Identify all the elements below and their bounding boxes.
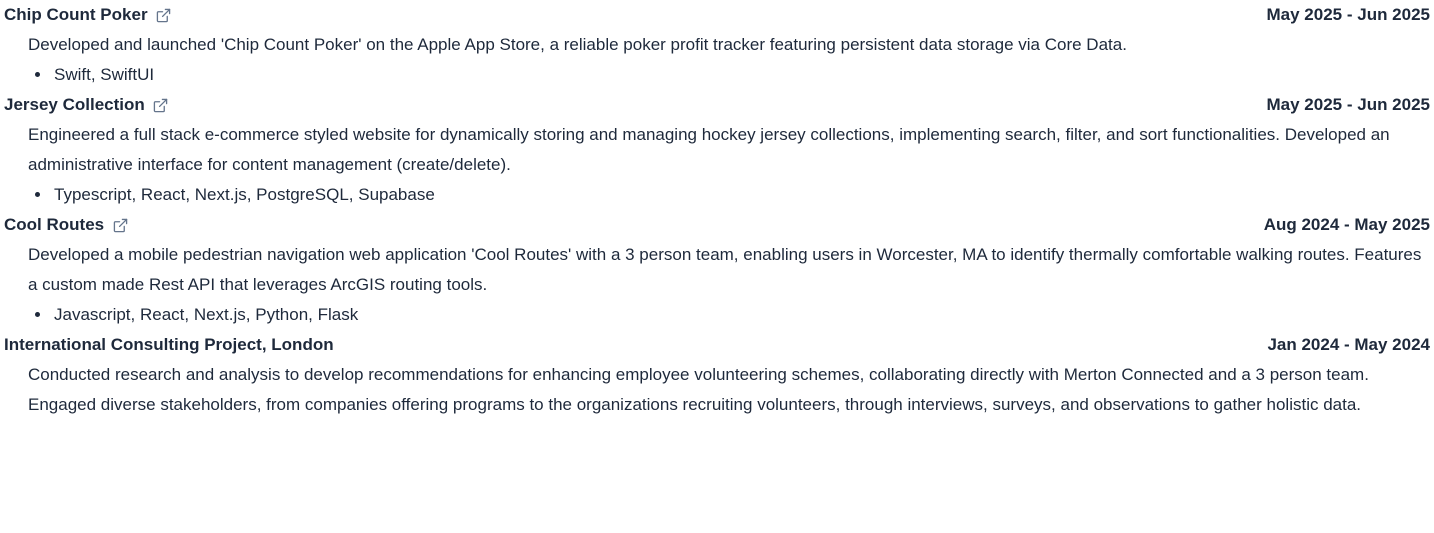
project-item: Chip Count Poker May 2025 - Jun 2025 Dev…: [4, 0, 1430, 90]
project-title-link[interactable]: Cool Routes: [4, 215, 104, 235]
project-title: International Consulting Project, London: [4, 335, 334, 354]
external-link-icon[interactable]: [112, 217, 128, 233]
project-title-link[interactable]: Chip Count Poker: [4, 5, 148, 25]
project-title-wrap: International Consulting Project, London: [4, 335, 334, 355]
external-link-icon[interactable]: [156, 7, 172, 23]
project-date: May 2025 - Jun 2025: [1266, 5, 1430, 24]
project-description: Conducted research and analysis to devel…: [28, 365, 1369, 414]
project-date: May 2025 - Jun 2025: [1266, 95, 1430, 114]
project-title-wrap: Cool Routes: [4, 215, 128, 235]
project-item: Cool Routes Aug 2024 - May 2025 Develope…: [4, 210, 1430, 330]
project-description: Developed a mobile pedestrian navigation…: [28, 245, 1422, 294]
project-item: International Consulting Project, London…: [4, 330, 1430, 420]
external-link-icon[interactable]: [153, 97, 169, 113]
project-date: Aug 2024 - May 2025: [1263, 215, 1430, 234]
project-item: Jersey Collection May 2025 - Jun 2025 En…: [4, 90, 1430, 210]
project-header: Cool Routes Aug 2024 - May 2025: [4, 210, 1430, 240]
project-title-wrap: Chip Count Poker: [4, 5, 172, 25]
project-description: Developed and launched 'Chip Count Poker…: [28, 35, 1127, 54]
tech-list: Swift, SwiftUI: [4, 60, 1430, 90]
project-title-link[interactable]: Jersey Collection: [4, 95, 145, 115]
tech-item: Swift, SwiftUI: [52, 60, 1430, 90]
tech-item: Typescript, React, Next.js, PostgreSQL, …: [52, 180, 1430, 210]
project-header: International Consulting Project, London…: [4, 330, 1430, 360]
tech-item: Javascript, React, Next.js, Python, Flas…: [52, 300, 1430, 330]
tech-list: Typescript, React, Next.js, PostgreSQL, …: [4, 180, 1430, 210]
project-header: Jersey Collection May 2025 - Jun 2025: [4, 90, 1430, 120]
project-title-wrap: Jersey Collection: [4, 95, 169, 115]
project-date: Jan 2024 - May 2024: [1267, 335, 1430, 354]
project-description: Engineered a full stack e-commerce style…: [28, 125, 1390, 174]
tech-list: Javascript, React, Next.js, Python, Flas…: [4, 300, 1430, 330]
project-header: Chip Count Poker May 2025 - Jun 2025: [4, 0, 1430, 30]
projects-section: Chip Count Poker May 2025 - Jun 2025 Dev…: [0, 0, 1434, 420]
